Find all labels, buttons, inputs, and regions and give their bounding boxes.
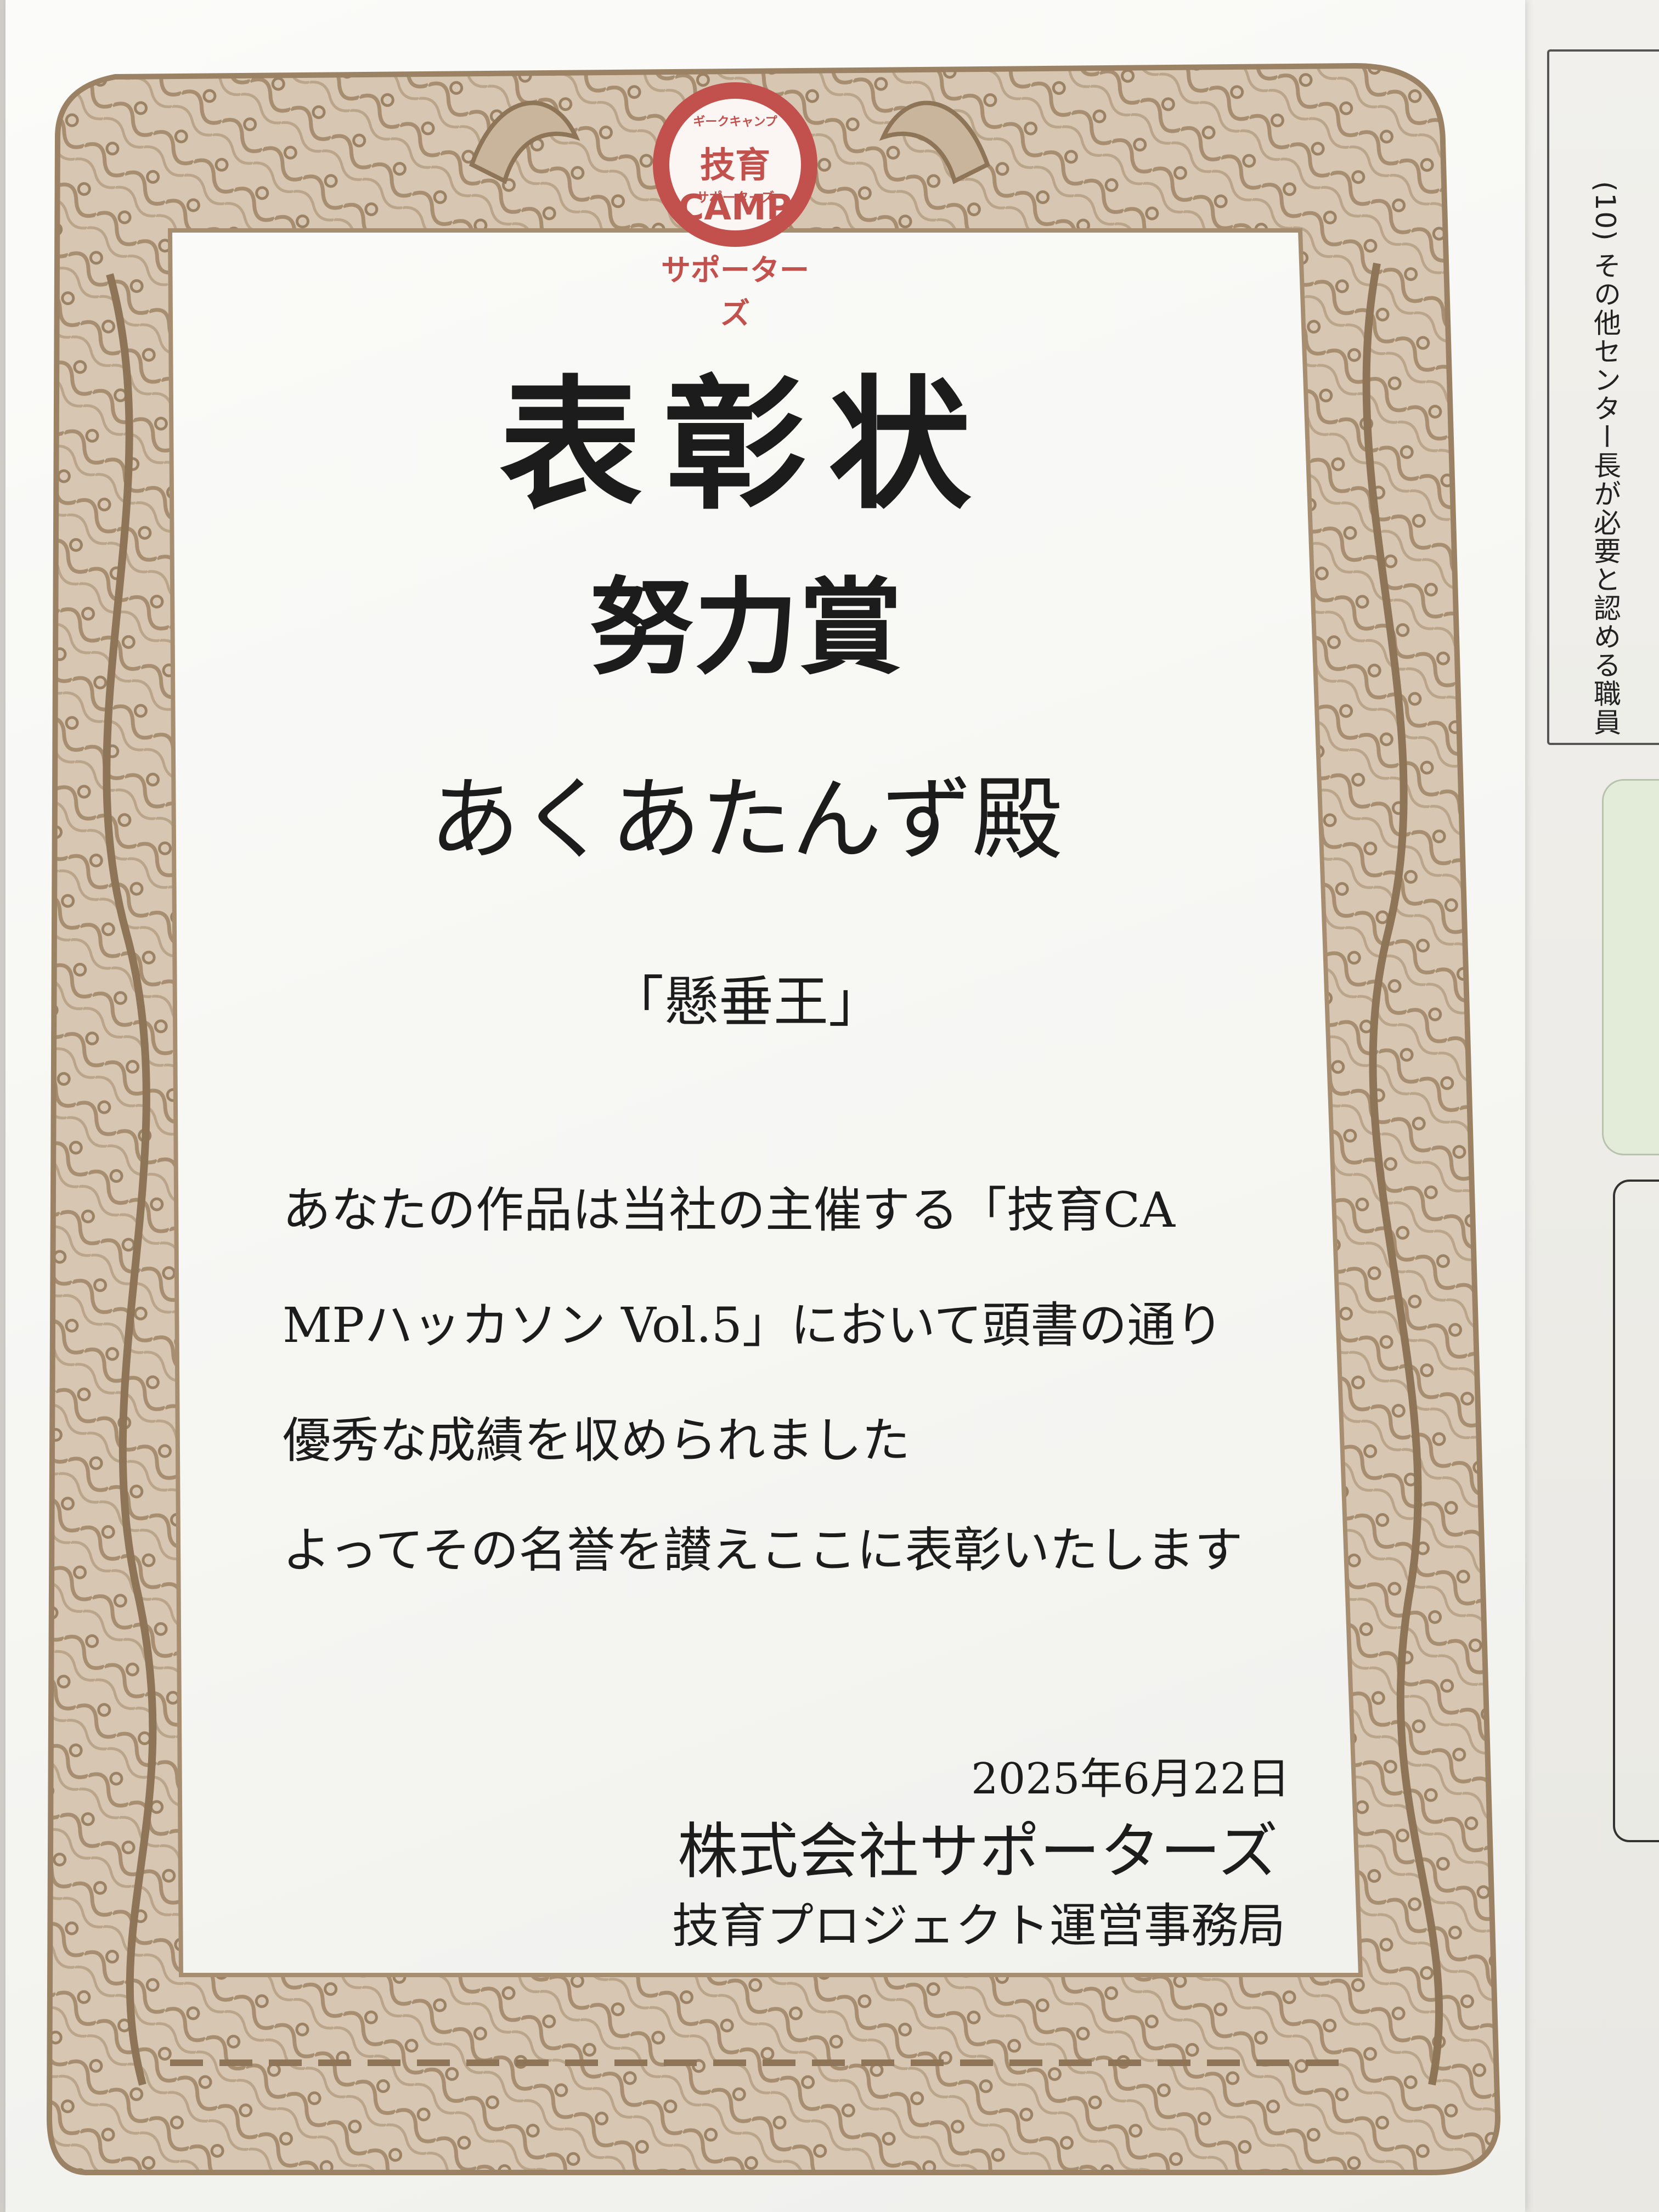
logo-caption: サポーターズ	[661, 253, 809, 331]
issue-date: 2025年6月22日	[971, 1754, 1290, 1804]
certificate: ギークキャンプ 技育CAMP サポーターズ サポーターズ 表彰状 努力賞 あくあ…	[5, 0, 1525, 2212]
body-line: あなたの作品は当社の主催する「技育CA	[283, 1182, 1175, 1238]
logo-sub-text: サポーターズ	[696, 190, 775, 205]
logo-top-text: ギークキャンプ	[693, 115, 777, 129]
award-name: 努力賞	[589, 566, 902, 689]
background-document-text: (10) その他センター長が必要と認める職員	[1589, 181, 1621, 737]
body-line: よってその名誉を讃えここに表彰いたします	[283, 1522, 1243, 1578]
form-box-green	[1602, 779, 1659, 1155]
recipient-name: あくあたんず殿	[429, 767, 1063, 872]
issuer-company: 株式会社サポーターズ	[678, 1816, 1278, 1887]
background-document: (10) その他センター長が必要と認める職員	[1520, 0, 1659, 2212]
certificate-title: 表彰状	[499, 362, 993, 529]
issuer-department: 技育プロジェクト運営事務局	[672, 1899, 1285, 1954]
body-line: MPハッカソン Vol.5」において頭書の通り	[283, 1297, 1224, 1353]
form-box	[1613, 1180, 1659, 1842]
recipient-nickname: 「懸垂王」	[609, 970, 883, 1034]
logo-main-text: 技育CAMP	[678, 145, 792, 228]
body-line: 優秀な成績を収められました	[283, 1412, 911, 1469]
event-logo: ギークキャンプ 技育CAMP サポーターズ	[653, 82, 817, 247]
